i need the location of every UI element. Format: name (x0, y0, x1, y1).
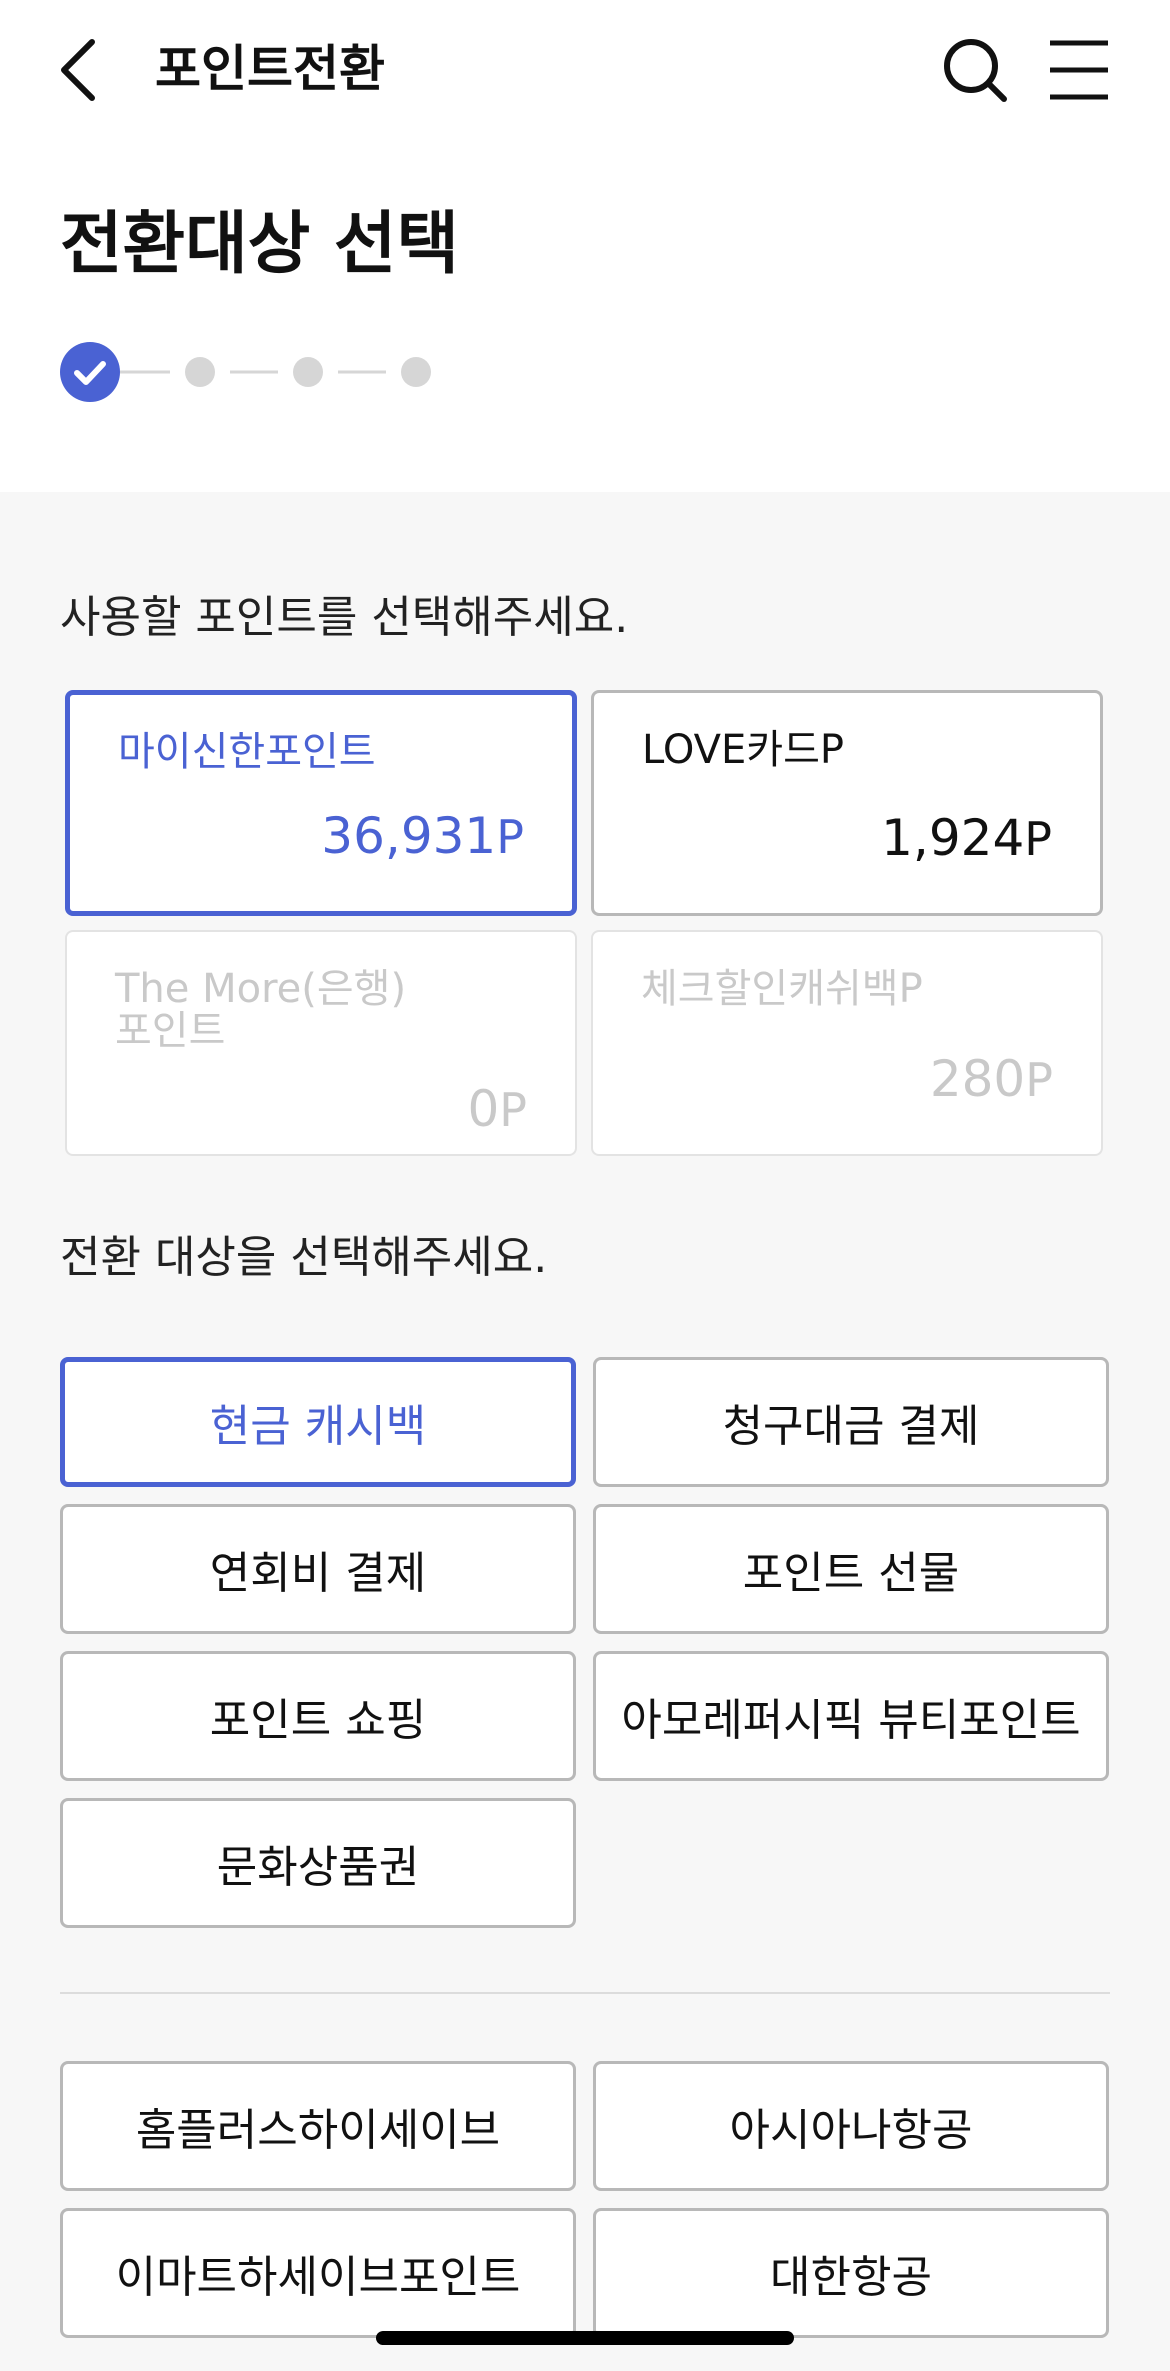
partner-asiana-airlines[interactable]: 아시아나항공 (593, 2061, 1109, 2191)
search-button[interactable] (940, 35, 1010, 105)
partner-korean-air[interactable]: 대한항공 (593, 2208, 1109, 2338)
option-point-shopping[interactable]: 포인트 쇼핑 (60, 1651, 576, 1781)
nav-title: 포인트전환 (155, 40, 385, 98)
search-icon (944, 39, 1007, 102)
point-card-my-shinhan[interactable]: 마이신한포인트 36,931P (65, 690, 577, 916)
point-card-the-more: The More(은행) 포인트 0P (65, 930, 577, 1156)
point-card-amount: 280 (929, 1050, 1026, 1108)
partner-emart-hisave-point[interactable]: 이마트하세이브포인트 (60, 2208, 576, 2338)
hamburger-menu-icon (1050, 40, 1108, 100)
step-1-complete (60, 342, 120, 402)
option-bill-payment[interactable]: 청구대금 결제 (593, 1357, 1109, 1487)
point-card-amount: 1,924 (881, 809, 1025, 867)
option-cash-cashback[interactable]: 현금 캐시백 (60, 1357, 576, 1487)
point-unit: P (499, 1083, 527, 1137)
point-card-check-cashback: 체크할인캐쉬백P 280P (591, 930, 1103, 1156)
header-area: 포인트전환 전환대상 선택 (0, 0, 1170, 492)
home-indicator (376, 2331, 794, 2345)
step-indicator (60, 342, 440, 402)
chevron-left-icon (61, 39, 95, 101)
point-card-name: 체크할인캐쉬백P (641, 966, 923, 1012)
section-divider (60, 1992, 1110, 1994)
point-card-name: LOVE카드P (642, 727, 844, 773)
back-button[interactable] (50, 30, 110, 110)
point-card-name: The More(은행) 포인트 (115, 966, 407, 1054)
point-card-love[interactable]: LOVE카드P 1,924P (591, 690, 1103, 916)
option-amorepacific-beauty-point[interactable]: 아모레퍼시픽 뷰티포인트 (593, 1651, 1109, 1781)
step-4-dot (401, 357, 431, 387)
point-card-amount: 36,931 (321, 807, 497, 865)
point-unit: P (1024, 812, 1052, 866)
point-card-amount: 0 (467, 1080, 500, 1138)
point-unit: P (496, 810, 524, 864)
page-title: 전환대상 선택 (60, 205, 460, 284)
option-culture-gift-card[interactable]: 문화상품권 (60, 1798, 576, 1928)
targets-section-label: 전환 대상을 선택해주세요. (60, 1232, 548, 1283)
points-section-label: 사용할 포인트를 선택해주세요. (60, 592, 629, 643)
option-annual-fee-payment[interactable]: 연회비 결제 (60, 1504, 576, 1634)
point-unit: P (1025, 1053, 1053, 1107)
partner-homeplus-hisave[interactable]: 홈플러스하이세이브 (60, 2061, 576, 2191)
option-point-gift[interactable]: 포인트 선물 (593, 1504, 1109, 1634)
step-3-dot (293, 357, 323, 387)
menu-button[interactable] (1044, 35, 1114, 105)
step-2-dot (185, 357, 215, 387)
point-card-name: 마이신한포인트 (118, 729, 376, 775)
